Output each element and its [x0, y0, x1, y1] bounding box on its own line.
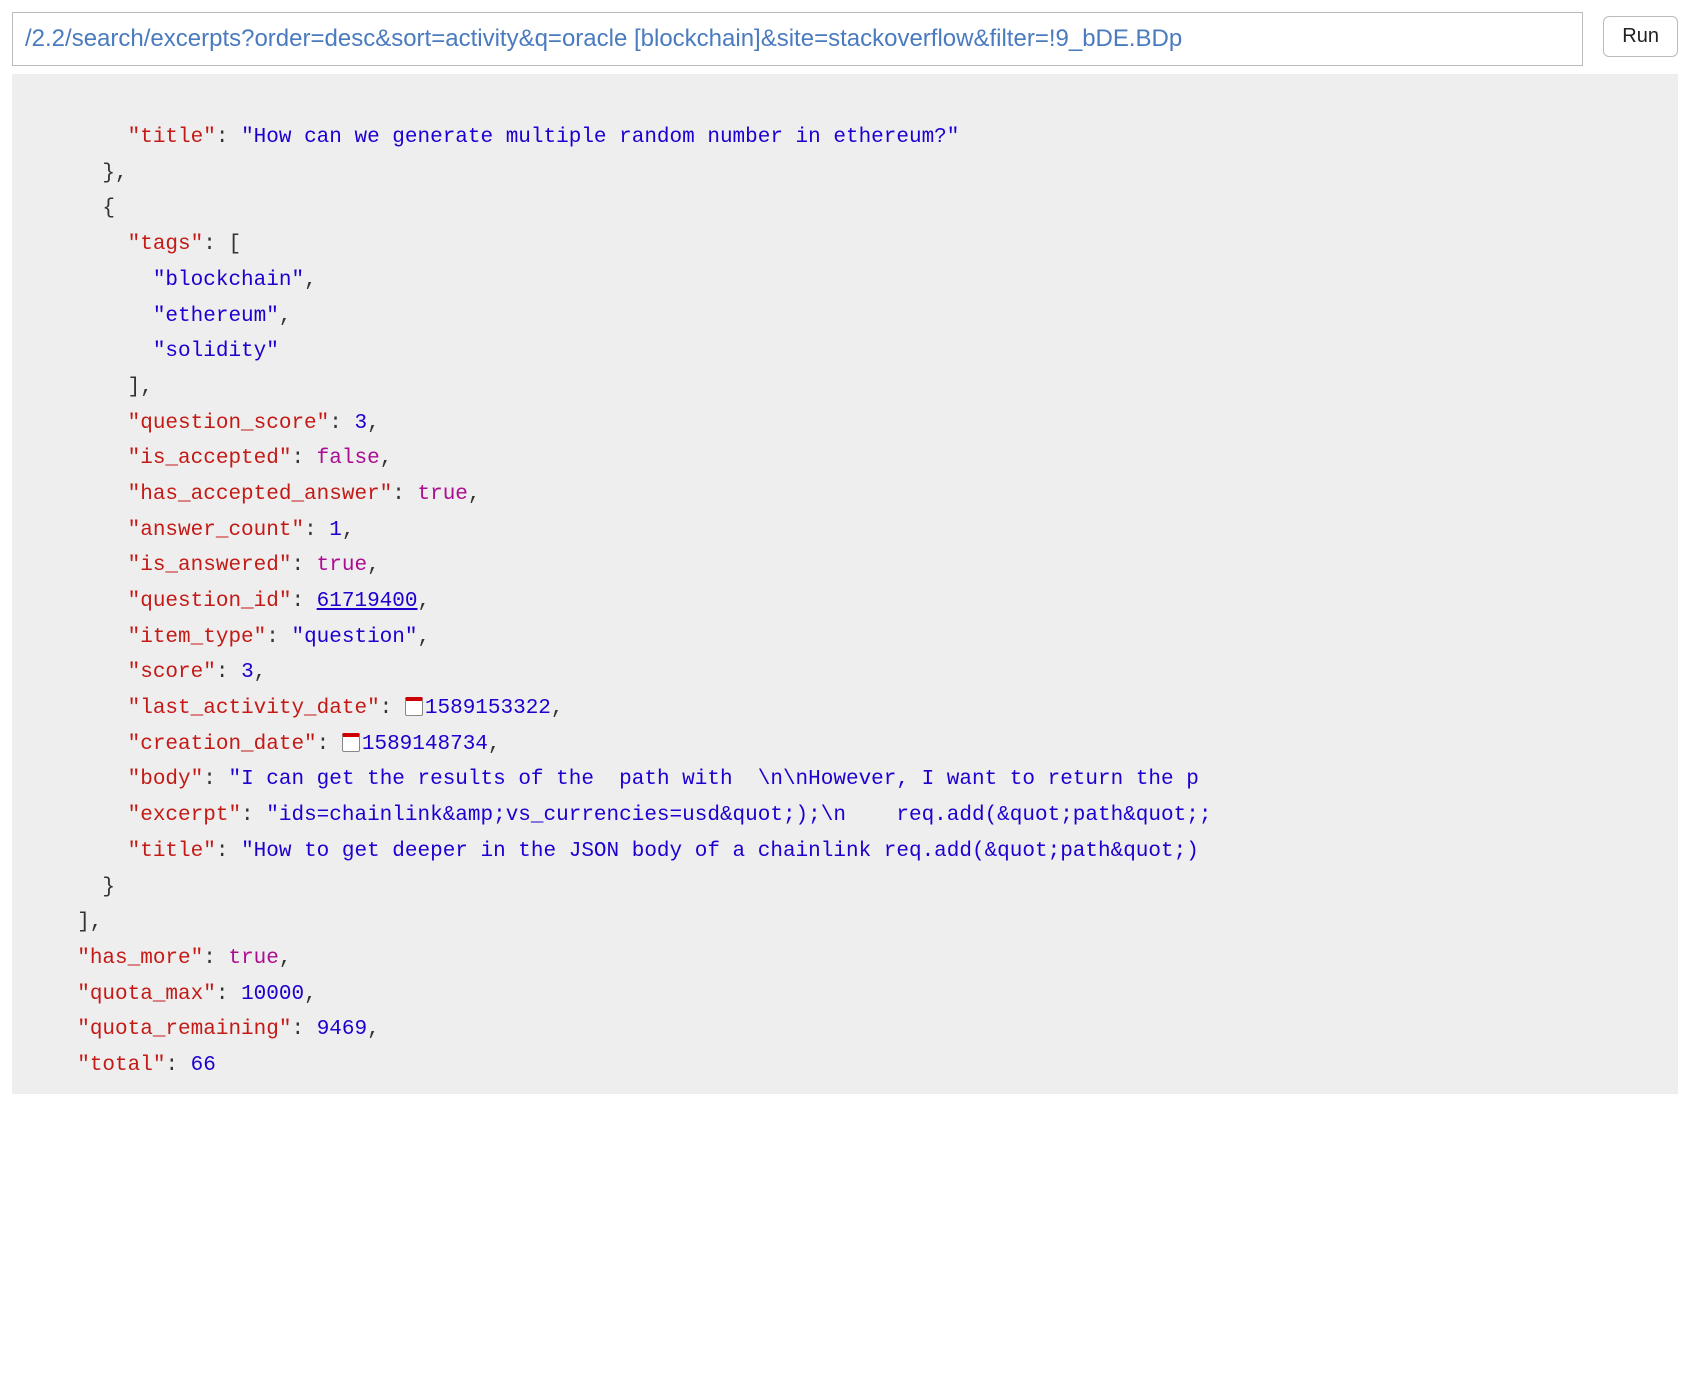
json-key: "title" [128, 840, 216, 863]
json-string: "I can get the results of the path with … [228, 768, 1198, 791]
json-key: "is_answered" [128, 554, 292, 577]
json-number: 66 [191, 1054, 216, 1077]
run-button[interactable]: Run [1603, 16, 1678, 57]
header-row: /2.2/search/excerpts?order=desc&sort=act… [12, 12, 1678, 66]
json-key: "is_accepted" [128, 447, 292, 470]
json-string: "ethereum" [153, 305, 279, 328]
json-number: 1589148734 [362, 733, 488, 756]
json-boolean: true [418, 483, 468, 506]
json-key: "quota_max" [77, 983, 216, 1006]
json-string: "blockchain" [153, 269, 304, 292]
json-key: "item_type" [128, 626, 267, 649]
json-number: 1589153322 [425, 697, 551, 720]
json-number: 1 [329, 519, 342, 542]
json-key: "has_more" [77, 947, 203, 970]
json-string: "How can we generate multiple random num… [241, 126, 959, 149]
json-key: "quota_remaining" [77, 1018, 291, 1041]
json-text [52, 126, 128, 149]
json-key: "score" [128, 661, 216, 684]
json-key: "title" [128, 126, 216, 149]
calendar-icon [405, 697, 423, 715]
json-string: "question" [291, 626, 417, 649]
json-key: "tags" [128, 233, 204, 256]
json-key: "total" [77, 1054, 165, 1077]
json-string: "solidity" [153, 340, 279, 363]
json-key: "question_id" [128, 590, 292, 613]
json-number: 3 [354, 412, 367, 435]
json-string: "How to get deeper in the JSON body of a… [241, 840, 1199, 863]
json-response-pane[interactable]: "title": "How can we generate multiple r… [12, 74, 1678, 1093]
json-key: "question_score" [128, 412, 330, 435]
json-string: "ids=chainlink&amp;vs_currencies=usd&quo… [266, 804, 1211, 827]
json-key: "has_accepted_answer" [128, 483, 393, 506]
json-key: "last_activity_date" [128, 697, 380, 720]
json-number: 3 [241, 661, 254, 684]
api-url-input[interactable]: /2.2/search/excerpts?order=desc&sort=act… [12, 12, 1583, 66]
json-key: "body" [128, 768, 204, 791]
json-boolean: true [317, 554, 367, 577]
question-id-link[interactable]: 61719400 [317, 590, 418, 613]
json-key: "creation_date" [128, 733, 317, 756]
json-boolean: false [317, 447, 380, 470]
json-key: "answer_count" [128, 519, 304, 542]
json-key: "excerpt" [128, 804, 241, 827]
json-boolean: true [228, 947, 278, 970]
json-number: 9469 [317, 1018, 367, 1041]
calendar-icon [342, 733, 360, 751]
json-number: 10000 [241, 983, 304, 1006]
